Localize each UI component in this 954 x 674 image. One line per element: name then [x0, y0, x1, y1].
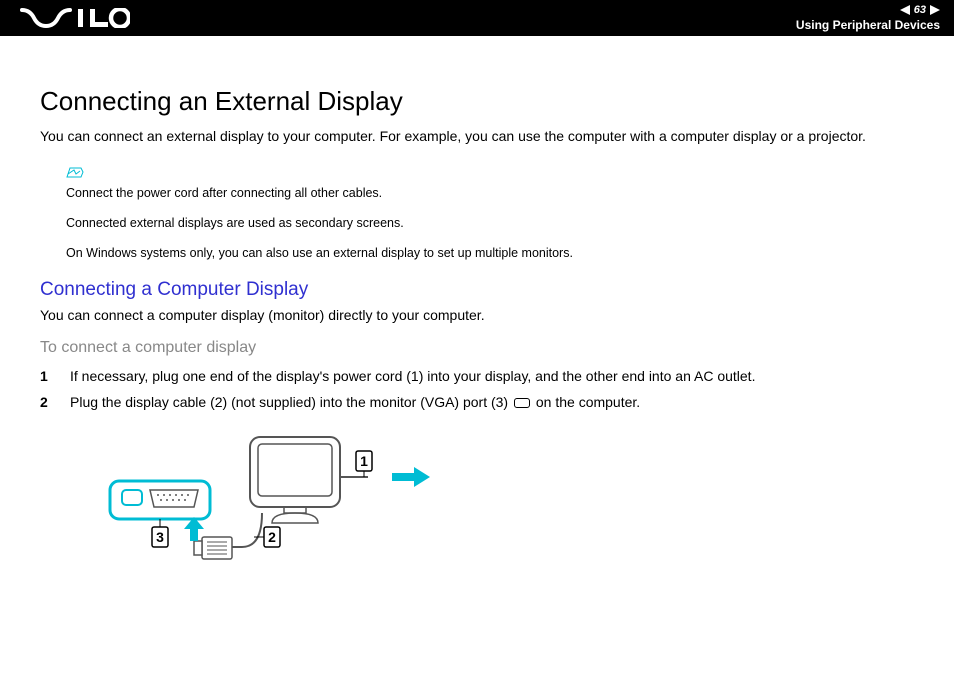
- procedure-heading: To connect a computer display: [40, 339, 914, 357]
- section-name: Using Peripheral Devices: [796, 18, 940, 32]
- page-number: 63: [914, 4, 926, 16]
- vga-port-icon: [514, 398, 530, 408]
- note-line-3: On Windows systems only, you can also us…: [66, 245, 914, 261]
- note-block: Connect the power cord after connecting …: [66, 165, 914, 262]
- step-2: 2 Plug the display cable (2) (not suppli…: [40, 393, 914, 413]
- sub-intro: You can connect a computer display (moni…: [40, 307, 914, 323]
- step-number: 1: [40, 367, 52, 387]
- page-content: Connecting an External Display You can c…: [0, 36, 954, 592]
- step-text: If necessary, plug one end of the displa…: [70, 367, 914, 387]
- subheading: Connecting a Computer Display: [40, 279, 914, 301]
- diagram-label-1: 1: [360, 453, 368, 469]
- header-right: 63 Using Peripheral Devices: [796, 4, 940, 32]
- nav-next-icon[interactable]: [930, 5, 940, 15]
- step-text-part-a: Plug the display cable (2) (not supplied…: [70, 394, 512, 410]
- steps-list: 1 If necessary, plug one end of the disp…: [40, 367, 914, 412]
- note-line-1: Connect the power cord after connecting …: [66, 185, 914, 201]
- page-title: Connecting an External Display: [40, 86, 914, 117]
- step-1: 1 If necessary, plug one end of the disp…: [40, 367, 914, 387]
- note-icon: [66, 165, 84, 183]
- diagram-label-2: 2: [268, 529, 276, 545]
- note-line-2: Connected external displays are used as …: [66, 215, 914, 231]
- page-navigation: 63: [796, 4, 940, 16]
- page-header: 63 Using Peripheral Devices: [0, 0, 954, 36]
- diagram-label-3: 3: [156, 529, 164, 545]
- vaio-logo: [20, 8, 130, 28]
- step-text-part-b: on the computer.: [532, 394, 640, 410]
- connection-diagram: 1 2 3: [72, 427, 914, 592]
- nav-prev-icon[interactable]: [900, 5, 910, 15]
- intro-paragraph: You can connect an external display to y…: [40, 127, 914, 147]
- step-text: Plug the display cable (2) (not supplied…: [70, 393, 914, 413]
- step-number: 2: [40, 393, 52, 413]
